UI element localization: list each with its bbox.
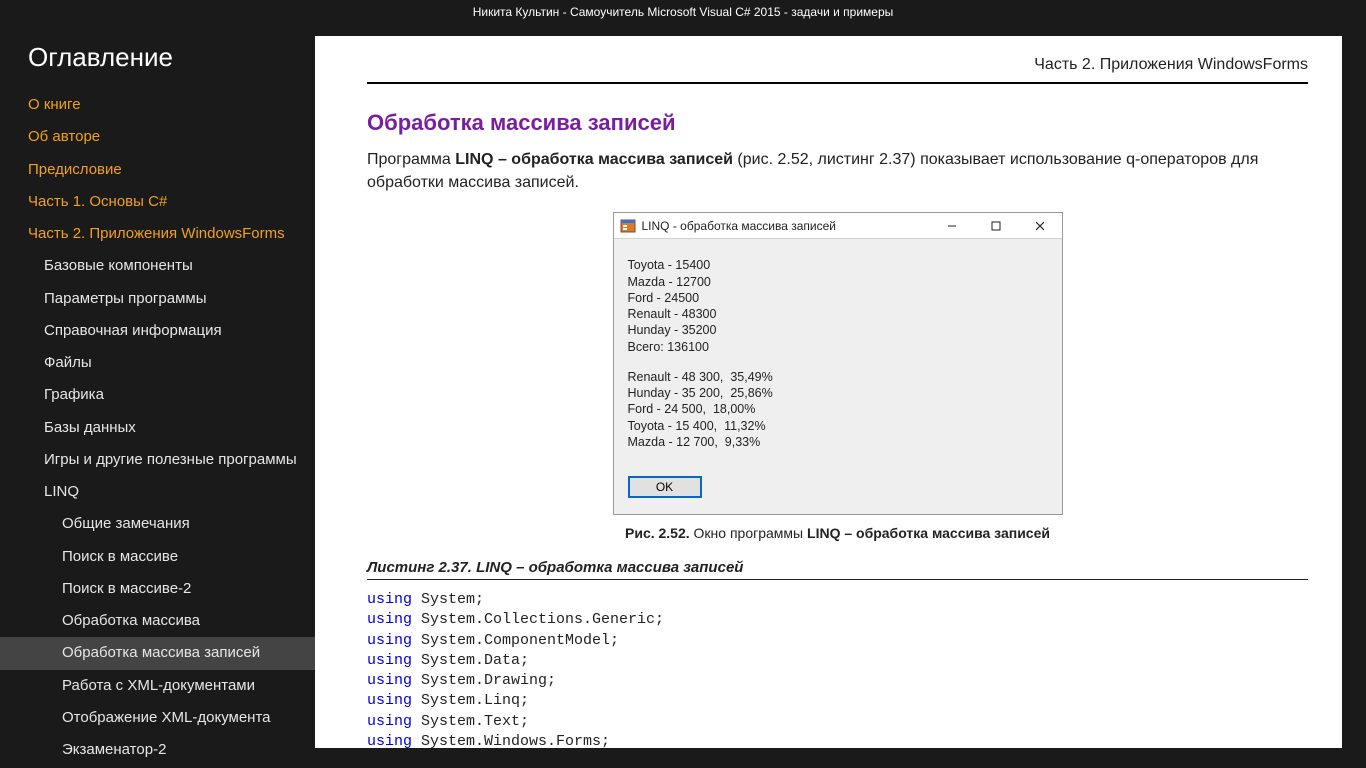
caption-mid: Окно программы <box>690 525 807 541</box>
body-split: Оглавление О книге Об авторе Предисловие… <box>0 24 1366 768</box>
window-titlebar: Никита Культин - Самоучитель Microsoft V… <box>0 0 1366 24</box>
window-title: Никита Культин - Самоучитель Microsoft V… <box>473 5 894 19</box>
intro-paragraph: Программа LINQ – обработка массива запис… <box>367 148 1308 194</box>
listing-title: Листинг 2.37. LINQ – обработка массива з… <box>367 559 1308 580</box>
toc-linq-records[interactable]: Обработка массива записей <box>0 637 315 669</box>
sidebar-title: Оглавление <box>0 42 315 89</box>
figure-window-titlebar: LINQ - обработка массива записей <box>614 213 1062 239</box>
page-inner: Часть 2. Приложения WindowsForms Обработ… <box>315 36 1342 748</box>
toc-linq-xml-work[interactable]: Работа с XML-документами <box>0 670 315 702</box>
minimize-icon[interactable] <box>930 213 974 238</box>
figure-window-buttons <box>930 213 1062 238</box>
toc-linq-search1[interactable]: Поиск в массиве <box>0 541 315 573</box>
figure-output-2: Renault - 48 300, 35,49% Hunday - 35 200… <box>628 369 1048 450</box>
figure-window-body: Toyota - 15400 Mazda - 12700 Ford - 2450… <box>614 239 1062 514</box>
intro-bold: LINQ – обработка массива записей <box>455 151 733 168</box>
toc-item-part2[interactable]: Часть 2. Приложения WindowsForms <box>0 218 315 250</box>
toc-item-about-book[interactable]: О книге <box>0 89 315 121</box>
toc-sub-files[interactable]: Файлы <box>0 347 315 379</box>
figure-window-title: LINQ - обработка массива записей <box>642 219 930 233</box>
toc-sub-linq[interactable]: LINQ <box>0 476 315 508</box>
figure-output-1: Toyota - 15400 Mazda - 12700 Ford - 2450… <box>628 257 1048 355</box>
maximize-icon[interactable] <box>974 213 1018 238</box>
caption-bold2: LINQ – обработка массива записей <box>807 525 1050 541</box>
toc-item-preface[interactable]: Предисловие <box>0 154 315 186</box>
toc-sub-games[interactable]: Игры и другие полезные программы <box>0 444 315 476</box>
breadcrumb: Часть 2. Приложения WindowsForms <box>367 54 1308 82</box>
toc-item-part1[interactable]: Часть 1. Основы C# <box>0 186 315 218</box>
figure-window: LINQ - обработка массива записей <box>613 212 1063 515</box>
page[interactable]: Часть 2. Приложения WindowsForms Обработ… <box>315 36 1342 748</box>
figure-ok-wrap: OK <box>628 476 1048 498</box>
page-heading: Обработка массива записей <box>367 110 1308 136</box>
toc-sub-program-params[interactable]: Параметры программы <box>0 283 315 315</box>
ok-button[interactable]: OK <box>628 476 702 498</box>
content-wrap: Часть 2. Приложения WindowsForms Обработ… <box>315 24 1366 768</box>
toc-item-about-author[interactable]: Об авторе <box>0 121 315 153</box>
toc-linq-general[interactable]: Общие замечания <box>0 508 315 540</box>
close-icon[interactable] <box>1018 213 1062 238</box>
app-root: Никита Культин - Самоучитель Microsoft V… <box>0 0 1366 768</box>
spacer <box>628 355 1048 369</box>
toc-linq-array[interactable]: Обработка массива <box>0 605 315 637</box>
toc-sub-graphics[interactable]: Графика <box>0 379 315 411</box>
toc: О книге Об авторе Предисловие Часть 1. О… <box>0 89 315 768</box>
toc-sub-databases[interactable]: Базы данных <box>0 412 315 444</box>
intro-prefix: Программа <box>367 151 455 168</box>
toc-linq-xml-display[interactable]: Отображение XML-документа <box>0 702 315 734</box>
figure: LINQ - обработка массива записей <box>367 212 1308 541</box>
toc-sub-base-components[interactable]: Базовые компоненты <box>0 250 315 282</box>
figure-caption: Рис. 2.52. Окно программы LINQ – обработ… <box>625 525 1050 541</box>
toc-linq-examiner2[interactable]: Экзаменатор-2 <box>0 734 315 766</box>
form-icon <box>620 218 636 234</box>
breadcrumb-divider <box>367 82 1308 84</box>
caption-prefix: Рис. 2.52. <box>625 525 690 541</box>
sidebar: Оглавление О книге Об авторе Предисловие… <box>0 24 315 768</box>
toc-sub-reference-info[interactable]: Справочная информация <box>0 315 315 347</box>
toc-linq-search2[interactable]: Поиск в массиве-2 <box>0 573 315 605</box>
code-listing: using System; using System.Collections.G… <box>367 590 1308 748</box>
